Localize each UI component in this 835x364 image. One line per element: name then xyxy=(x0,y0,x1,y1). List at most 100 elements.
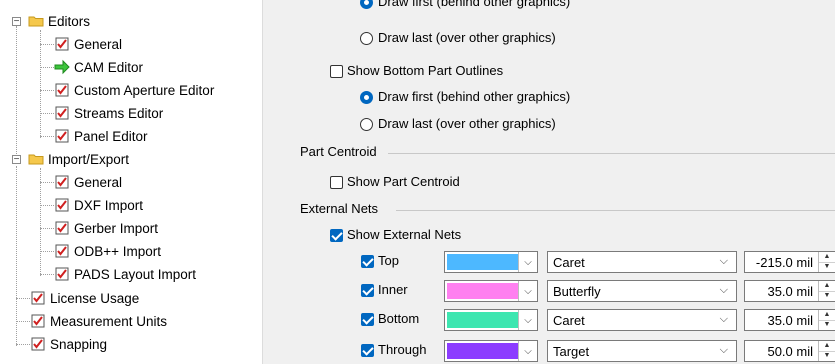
options-tree: − Editors General CAM Editor Custom Aper… xyxy=(0,0,262,364)
arrow-right-icon xyxy=(54,59,70,75)
tree-item-license-usage[interactable]: License Usage xyxy=(30,287,139,309)
net-through-style-value: Target xyxy=(553,344,590,359)
show-bottom-part-outlines-checkbox[interactable] xyxy=(330,65,343,78)
show-external-nets-label: Show External Nets xyxy=(347,227,462,242)
cam-editor-settings: Draw first (behind other graphics) Draw … xyxy=(263,0,835,364)
tree-item-cam-editor[interactable]: CAM Editor xyxy=(54,56,143,78)
checklist-icon xyxy=(54,105,70,121)
tree-item-pads-layout-import[interactable]: PADS Layout Import xyxy=(54,263,196,285)
spin-down-icon[interactable]: ▼ xyxy=(819,262,835,272)
net-top-label: Top xyxy=(378,253,399,268)
tree-line xyxy=(40,44,54,45)
checklist-icon xyxy=(54,197,70,213)
tree-item-custom-aperture-editor[interactable]: Custom Aperture Editor xyxy=(54,79,214,101)
tree-line xyxy=(16,344,30,345)
tree-item-odb-import[interactable]: ODB++ Import xyxy=(54,240,161,262)
checklist-icon xyxy=(30,313,46,329)
net-top-width-spinner[interactable]: -215.0 mil ▲ ▼ xyxy=(744,251,835,273)
tree-item-label: Snapping xyxy=(50,336,108,352)
tree-line xyxy=(40,274,54,275)
collapse-toggle[interactable]: − xyxy=(12,17,21,27)
spin-down-icon[interactable]: ▼ xyxy=(819,351,835,361)
spin-down-icon[interactable]: ▼ xyxy=(819,291,835,301)
tree-item-label: DXF Import xyxy=(74,197,144,213)
net-bottom-style-select[interactable]: Caret ⌵ xyxy=(547,309,737,331)
net-bottom-color-picker[interactable]: ⌵ xyxy=(444,309,538,331)
external-nets-group-label: External Nets xyxy=(300,201,379,216)
tree-item-general-import[interactable]: General xyxy=(54,171,122,193)
show-external-nets-checkbox[interactable] xyxy=(330,229,343,242)
net-through-color-picker[interactable]: ⌵ xyxy=(444,340,538,362)
color-swatch xyxy=(447,254,519,270)
checklist-icon xyxy=(54,36,70,52)
bottom-draw-last-label: Draw last (over other graphics) xyxy=(378,116,556,131)
tree-item-label: Streams Editor xyxy=(74,105,164,121)
net-top-color-picker[interactable]: ⌵ xyxy=(444,251,538,273)
net-top-style-value: Caret xyxy=(553,255,585,270)
group-separator xyxy=(388,153,835,154)
tree-line xyxy=(40,182,54,183)
checklist-icon xyxy=(54,266,70,282)
tree-item-gerber-import[interactable]: Gerber Import xyxy=(54,217,158,239)
chevron-down-icon[interactable]: ⌵ xyxy=(518,252,537,272)
net-bottom-width-spinner[interactable]: 35.0 mil ▲ ▼ xyxy=(744,309,835,331)
chevron-down-icon[interactable]: ⌵ xyxy=(518,310,537,330)
tree-item-import-export[interactable]: Import/Export xyxy=(28,148,129,170)
show-part-centroid-checkbox[interactable] xyxy=(330,176,343,189)
net-inner-width-value: 35.0 mil xyxy=(767,284,813,299)
chevron-down-icon: ⌵ xyxy=(719,284,728,296)
tree-item-editors[interactable]: Editors xyxy=(28,10,90,32)
chevron-down-icon[interactable]: ⌵ xyxy=(518,341,537,361)
net-bottom-width-value: 35.0 mil xyxy=(767,313,813,328)
color-swatch xyxy=(447,283,519,299)
net-inner-label: Inner xyxy=(378,282,408,297)
net-top-style-select[interactable]: Caret ⌵ xyxy=(547,251,737,273)
chevron-down-icon: ⌵ xyxy=(719,344,728,356)
checklist-icon xyxy=(54,174,70,190)
net-inner-width-spinner[interactable]: 35.0 mil ▲ ▼ xyxy=(744,280,835,302)
top-draw-last-radio[interactable] xyxy=(360,32,373,45)
tree-item-streams-editor[interactable]: Streams Editor xyxy=(54,102,163,124)
chevron-down-icon[interactable]: ⌵ xyxy=(518,281,537,301)
tree-line xyxy=(40,251,54,252)
collapse-toggle[interactable]: − xyxy=(12,155,21,165)
tree-item-general[interactable]: General xyxy=(54,33,122,55)
tree-line xyxy=(40,113,54,114)
top-draw-first-label: Draw first (behind other graphics) xyxy=(378,0,571,9)
tree-line xyxy=(40,205,54,206)
tree-line xyxy=(40,90,54,91)
net-bottom-checkbox[interactable] xyxy=(361,313,374,326)
top-draw-first-radio[interactable] xyxy=(360,0,373,9)
net-through-width-spinner[interactable]: 50.0 mil ▲ ▼ xyxy=(744,340,835,362)
bottom-draw-first-radio[interactable] xyxy=(360,91,373,104)
tree-item-label: Measurement Units xyxy=(50,313,168,329)
net-through-style-select[interactable]: Target ⌵ xyxy=(547,340,737,362)
net-top-checkbox[interactable] xyxy=(361,255,374,268)
spin-down-icon[interactable]: ▼ xyxy=(819,320,835,330)
tree-item-label: Import/Export xyxy=(48,151,130,167)
tree-item-dxf-import[interactable]: DXF Import xyxy=(54,194,143,216)
tree-item-panel-editor[interactable]: Panel Editor xyxy=(54,125,148,147)
bottom-draw-last-radio[interactable] xyxy=(360,118,373,131)
folder-icon xyxy=(28,151,44,167)
tree-item-label: CAM Editor xyxy=(74,59,144,75)
tree-line xyxy=(40,30,41,138)
show-part-centroid-label: Show Part Centroid xyxy=(347,174,460,189)
net-inner-color-picker[interactable]: ⌵ xyxy=(444,280,538,302)
tree-item-label: License Usage xyxy=(50,290,140,306)
tree-item-snapping[interactable]: Snapping xyxy=(30,333,107,355)
checklist-icon xyxy=(54,220,70,236)
tree-line xyxy=(40,168,41,276)
tree-line xyxy=(16,298,30,299)
net-inner-style-value: Butterfly xyxy=(553,284,601,299)
part-centroid-group-label: Part Centroid xyxy=(300,144,377,159)
net-through-checkbox[interactable] xyxy=(361,344,374,357)
tree-item-label: General xyxy=(74,174,123,190)
top-draw-last-label: Draw last (over other graphics) xyxy=(378,30,556,45)
net-inner-style-select[interactable]: Butterfly ⌵ xyxy=(547,280,737,302)
tree-item-label: Custom Aperture Editor xyxy=(74,82,215,98)
net-through-width-value: 50.0 mil xyxy=(767,344,813,359)
tree-item-measurement-units[interactable]: Measurement Units xyxy=(30,310,167,332)
tree-item-label: ODB++ Import xyxy=(74,243,162,259)
net-inner-checkbox[interactable] xyxy=(361,284,374,297)
